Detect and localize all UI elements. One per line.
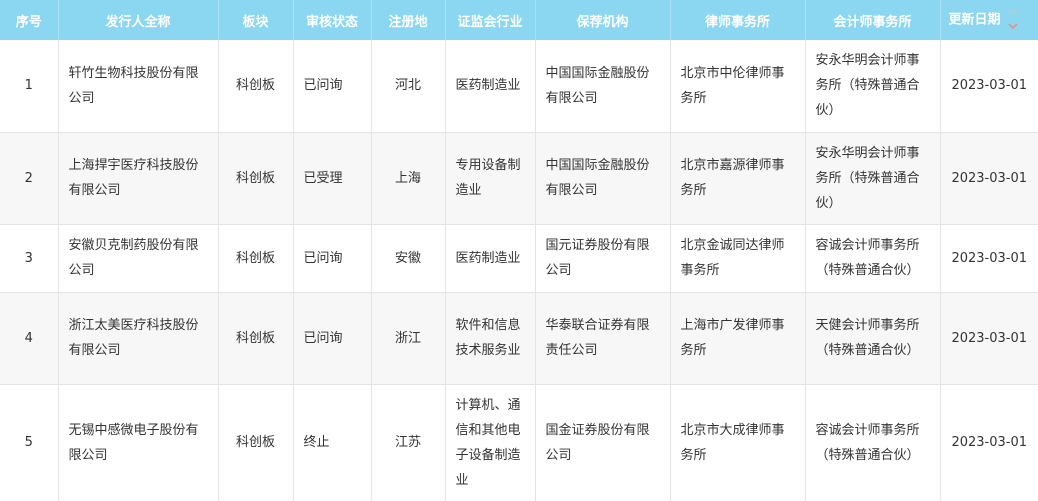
- cell-law-firm: 北京市嘉源律师事务所: [670, 132, 806, 225]
- cell-sponsor: 国元证券股份有限公司: [535, 224, 671, 293]
- cell-board: 科创板: [218, 224, 294, 293]
- table-row: 4 浙江太美医疗科技股份有限公司 科创板 已问询 浙江 软件和信息技术服务业 华泰联合证券有…: [0, 292, 1038, 385]
- cell-accounting-firm: 容诚会计师事务所（特殊普通合伙）: [805, 384, 941, 501]
- cell-sponsor: 国金证券股份有限公司: [535, 384, 671, 501]
- cell-accounting-firm: 天健会计师事务所（特殊普通合伙）: [805, 292, 941, 385]
- cell-status: 已受理: [293, 132, 372, 225]
- header-status: 审核状态: [293, 0, 372, 40]
- cell-status: 已问询: [293, 224, 372, 293]
- cell-accounting-firm: 容诚会计师事务所（特殊普通合伙）: [805, 224, 941, 293]
- header-index: 序号: [0, 0, 59, 40]
- cell-index: 4: [0, 292, 59, 385]
- sort-descending-icon[interactable]: [1007, 20, 1019, 32]
- cell-sponsor: 华泰联合证券有限责任公司: [535, 292, 671, 385]
- cell-board: 科创板: [218, 384, 294, 501]
- cell-accounting-firm: 安永华明会计师事务所（特殊普通合伙）: [805, 40, 941, 133]
- header-issuer: 发行人全称: [58, 0, 219, 40]
- table-row: 3 安徽贝克制药股份有限公司 科创板 已问询 安徽 医药制造业 国元证券股份有限公司 北京金诚…: [0, 224, 1038, 293]
- cell-region: 江苏: [371, 384, 446, 501]
- cell-issuer: 浙江太美医疗科技股份有限公司: [58, 292, 219, 385]
- cell-status: 终止: [293, 384, 372, 501]
- cell-status: 已问询: [293, 40, 372, 133]
- cell-updated: 2023-03-01: [940, 40, 1038, 133]
- cell-region: 上海: [371, 132, 446, 225]
- cell-index: 5: [0, 384, 59, 501]
- sort-ascending-icon[interactable]: [1007, 6, 1019, 18]
- table-row: 5 无锡中感微电子股份有限公司 科创板 终止 江苏 计算机、通信和其他电子设备制造业 国金证…: [0, 384, 1038, 501]
- header-region: 注册地: [371, 0, 446, 40]
- cell-updated: 2023-03-01: [940, 292, 1038, 385]
- cell-accounting-firm: 安永华明会计师事务所（特殊普通合伙）: [805, 132, 941, 225]
- cell-industry: 医药制造业: [445, 224, 536, 293]
- header-sponsor: 保荐机构: [535, 0, 671, 40]
- cell-issuer: 安徽贝克制药股份有限公司: [58, 224, 219, 293]
- cell-sponsor: 中国国际金融股份有限公司: [535, 40, 671, 133]
- cell-industry: 计算机、通信和其他电子设备制造业: [445, 384, 536, 501]
- cell-law-firm: 北京市大成律师事务所: [670, 384, 806, 501]
- cell-issuer: 上海捍宇医疗科技股份有限公司: [58, 132, 219, 225]
- header-law-firm: 律师事务所: [670, 0, 806, 40]
- header-updated-label: 更新日期: [948, 12, 1001, 28]
- cell-region: 河北: [371, 40, 446, 133]
- cell-law-firm: 北京金诚同达律师事务所: [670, 224, 806, 293]
- cell-industry: 专用设备制造业: [445, 132, 536, 225]
- sort-toggle[interactable]: [1007, 8, 1019, 32]
- table-body: 1 轩竹生物科技股份有限公司 科创板 已问询 河北 医药制造业 中国国际金融股份有限公司 北京…: [0, 40, 1038, 501]
- cell-sponsor: 中国国际金融股份有限公司: [535, 132, 671, 225]
- table-row: 2 上海捍宇医疗科技股份有限公司 科创板 已受理 上海 专用设备制造业 中国国际金融股份有限…: [0, 132, 1038, 225]
- cell-region: 安徽: [371, 224, 446, 293]
- table-header-row: 序号 发行人全称 板块 审核状态 注册地 证监会行业 保荐机构 律师事务所 会计…: [0, 0, 1038, 40]
- cell-issuer: 无锡中感微电子股份有限公司: [58, 384, 219, 501]
- header-accounting-firm: 会计师事务所: [805, 0, 941, 40]
- cell-law-firm: 北京市中伦律师事务所: [670, 40, 806, 133]
- ipo-table: 序号 发行人全称 板块 审核状态 注册地 证监会行业 保荐机构 律师事务所 会计…: [0, 0, 1038, 501]
- cell-board: 科创板: [218, 132, 294, 225]
- cell-board: 科创板: [218, 40, 294, 133]
- cell-index: 2: [0, 132, 59, 225]
- header-board: 板块: [218, 0, 294, 40]
- cell-board: 科创板: [218, 292, 294, 385]
- cell-updated: 2023-03-01: [940, 132, 1038, 225]
- cell-industry: 软件和信息技术服务业: [445, 292, 536, 385]
- header-industry: 证监会行业: [445, 0, 536, 40]
- cell-law-firm: 上海市广发律师事务所: [670, 292, 806, 385]
- cell-index: 1: [0, 40, 59, 133]
- cell-index: 3: [0, 224, 59, 293]
- header-updated[interactable]: 更新日期: [940, 0, 1038, 40]
- cell-industry: 医药制造业: [445, 40, 536, 133]
- cell-issuer: 轩竹生物科技股份有限公司: [58, 40, 219, 133]
- cell-region: 浙江: [371, 292, 446, 385]
- cell-status: 已问询: [293, 292, 372, 385]
- cell-updated: 2023-03-01: [940, 224, 1038, 293]
- cell-updated: 2023-03-01: [940, 384, 1038, 501]
- table-row: 1 轩竹生物科技股份有限公司 科创板 已问询 河北 医药制造业 中国国际金融股份有限公司 北京…: [0, 40, 1038, 133]
